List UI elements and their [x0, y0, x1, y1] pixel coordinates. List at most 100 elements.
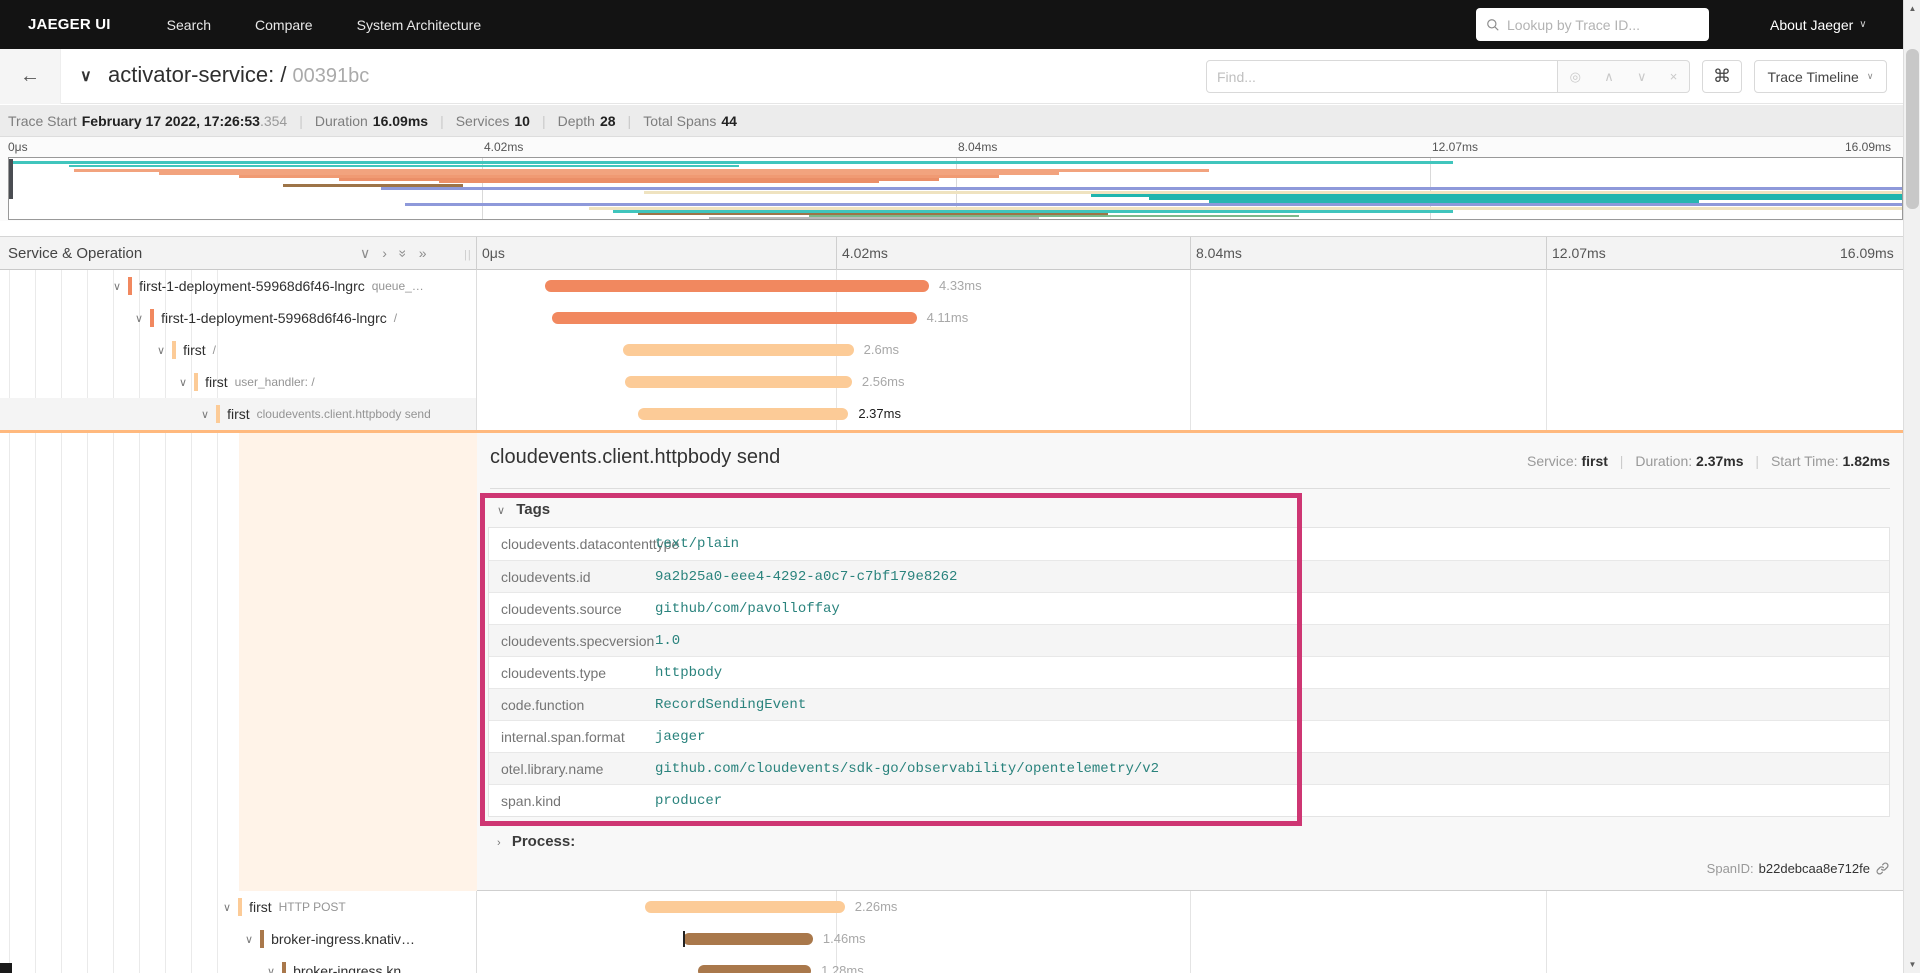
scrollbar-thumb[interactable]	[1906, 49, 1919, 209]
service-color-marker	[282, 962, 287, 973]
span-row-timeline[interactable]: 1.46ms	[477, 923, 1903, 955]
duration-value: 16.09ms	[372, 112, 429, 129]
trace-start-value: February 17 2022, 17:26:53	[81, 112, 260, 129]
trace-view-select[interactable]: Trace Timeline ∨	[1754, 60, 1887, 93]
chevron-down-icon[interactable]: ∨	[201, 408, 209, 421]
scroll-down-arrow-icon[interactable]: ▼	[1904, 956, 1920, 973]
top-nav: JAEGER UI Search Compare System Architec…	[0, 0, 1920, 49]
span-duration-bar[interactable]	[552, 312, 917, 324]
scroll-up-arrow-icon[interactable]: ▲	[1904, 0, 1920, 17]
span-row-label[interactable]: ∨ first cloudevents.client.httpbody send	[0, 398, 476, 430]
vertical-scrollbar[interactable]: ▲ ▼	[1903, 0, 1920, 973]
duration-label: Duration	[314, 112, 368, 129]
tag-row: cloudevents.datacontenttype text/plain	[489, 528, 1889, 560]
expand-all-icon[interactable]: »	[419, 245, 427, 262]
header-tick: 8.04ms	[1196, 245, 1242, 261]
span-row-timeline[interactable]: 2.6ms	[477, 334, 1903, 366]
service-color-marker	[260, 930, 265, 948]
collapse-one-icon[interactable]: ∨	[360, 245, 370, 262]
find-placeholder: Find...	[1217, 68, 1256, 85]
process-section-title: Process:	[511, 833, 576, 850]
span-row-label[interactable]: ∨ broker-ingress.knativ…	[0, 923, 476, 955]
service-color-marker	[150, 309, 155, 327]
span-row-timeline[interactable]: 4.11ms	[477, 302, 1903, 334]
span-duration-bar[interactable]	[638, 408, 849, 420]
chevron-down-icon[interactable]: ∨	[157, 344, 165, 357]
span-duration-bar[interactable]	[644, 901, 845, 913]
about-jaeger-menu[interactable]: About Jaeger ∨	[1770, 0, 1867, 49]
trace-id-lookup-input[interactable]: Lookup by Trace ID...	[1476, 8, 1709, 41]
span-id-row: SpanID: b22debcaa8e712fe	[1707, 861, 1890, 876]
tag-value: github.com/cloudevents/sdk-go/observabil…	[655, 760, 1160, 777]
span-row-label[interactable]: ∨ first-1-deployment-59968d6f46-lngrc /	[0, 302, 476, 334]
chevron-down-icon[interactable]: ∨	[179, 376, 187, 389]
trace-start-label: Trace Start	[8, 112, 77, 129]
tags-section-toggle[interactable]: ∨ Tags	[497, 501, 550, 518]
find-toolbar: ◎ ∧ ∨ ×	[1558, 60, 1690, 93]
span-duration-bar[interactable]	[625, 376, 852, 388]
span-row: ∨ first / 2.6ms	[0, 334, 1903, 366]
span-duration-bar[interactable]	[545, 280, 929, 292]
chevron-down-icon[interactable]: ∨	[245, 933, 253, 946]
operation-name: /	[393, 311, 398, 325]
process-section-toggle[interactable]: › Process:	[497, 833, 575, 850]
jaeger-trace-page: JAEGER UI Search Compare System Architec…	[0, 0, 1920, 973]
service-name: first	[249, 899, 272, 915]
back-button[interactable]: ←	[0, 49, 61, 104]
span-row-timeline[interactable]: 1.28ms	[477, 955, 1903, 973]
minimap-tick: 12.07ms	[1432, 140, 1479, 154]
chevron-down-icon[interactable]: ∨	[135, 312, 143, 325]
operation-name: HTTP POST	[278, 900, 346, 914]
timeline-column-header: Service & Operation ∨ › » » || 0μs 4.02m…	[0, 236, 1903, 271]
header-tick: 12.07ms	[1552, 245, 1606, 261]
tag-value: github/com/pavolloffay	[655, 600, 840, 617]
tag-row: otel.library.name github.com/cloudevents…	[489, 752, 1889, 784]
span-row-timeline[interactable]: 4.33ms	[477, 270, 1903, 302]
chevron-down-icon[interactable]: ∨	[267, 965, 275, 973]
span-row-label[interactable]: ∨ first HTTP POST	[0, 891, 476, 923]
trace-collapse-chevron-icon[interactable]: ∨	[80, 66, 92, 86]
chevron-down-icon[interactable]: ∨	[113, 280, 121, 293]
keyboard-shortcuts-button[interactable]: ⌘	[1702, 60, 1742, 93]
service-name: broker-ingress.kn…	[293, 963, 416, 973]
nav-item-system-architecture[interactable]: System Architecture	[357, 17, 482, 33]
tag-row: cloudevents.source github/com/pavolloffa…	[489, 592, 1889, 624]
tag-value: RecordSendingEvent	[655, 696, 807, 713]
nav-item-search[interactable]: Search	[167, 17, 211, 33]
span-row-label[interactable]: ∨ first user_handler: /	[0, 366, 476, 398]
detail-service-value: first	[1581, 453, 1608, 469]
span-row-timeline[interactable]: 2.37ms	[477, 398, 1903, 430]
collapse-all-icon[interactable]: »	[394, 250, 411, 258]
span-row-label[interactable]: ∨ broker-ingress.kn…	[0, 955, 476, 973]
span-duration-bar[interactable]	[697, 965, 812, 973]
span-id-label: SpanID:	[1706, 861, 1754, 876]
service-color-marker	[194, 373, 199, 391]
span-row-label[interactable]: ∨ first /	[0, 334, 476, 366]
link-icon[interactable]	[1875, 861, 1890, 876]
chevron-down-icon[interactable]: ∨	[223, 901, 231, 914]
trace-start-millis: .354	[259, 112, 288, 129]
span-row-timeline[interactable]: 2.56ms	[477, 366, 1903, 398]
span-duration-bar[interactable]	[683, 933, 813, 945]
next-match-icon[interactable]: ∨	[1637, 69, 1647, 85]
span-duration-bar[interactable]	[623, 344, 854, 356]
span-duration-label: 1.46ms	[822, 931, 866, 946]
service-color-marker	[238, 898, 243, 916]
minimap-canvas[interactable]	[8, 157, 1903, 220]
service-name: broker-ingress.knativ…	[271, 931, 415, 947]
span-row-timeline[interactable]: 2.26ms	[477, 891, 1903, 923]
find-input[interactable]: Find...	[1206, 60, 1558, 93]
column-resize-handle[interactable]: ||	[464, 249, 472, 261]
expand-one-icon[interactable]: ›	[382, 245, 387, 262]
minimap-tick: 16.09ms	[1845, 140, 1892, 154]
detail-start-time-label: Start Time:	[1770, 453, 1839, 469]
span-row-label[interactable]: ∨ first-1-deployment-59968d6f46-lngrc qu…	[0, 270, 476, 302]
prev-match-icon[interactable]: ∧	[1604, 69, 1614, 85]
focus-match-icon[interactable]: ◎	[1570, 69, 1581, 85]
trace-id-short: 00391bc	[292, 65, 370, 87]
jaeger-logo[interactable]: JAEGER UI	[28, 16, 111, 33]
nav-item-compare[interactable]: Compare	[255, 17, 313, 33]
service-operation-header: Service & Operation	[8, 245, 143, 262]
clear-find-icon[interactable]: ×	[1670, 69, 1678, 84]
span-detail-title: cloudevents.client.httpbody send	[490, 446, 781, 468]
